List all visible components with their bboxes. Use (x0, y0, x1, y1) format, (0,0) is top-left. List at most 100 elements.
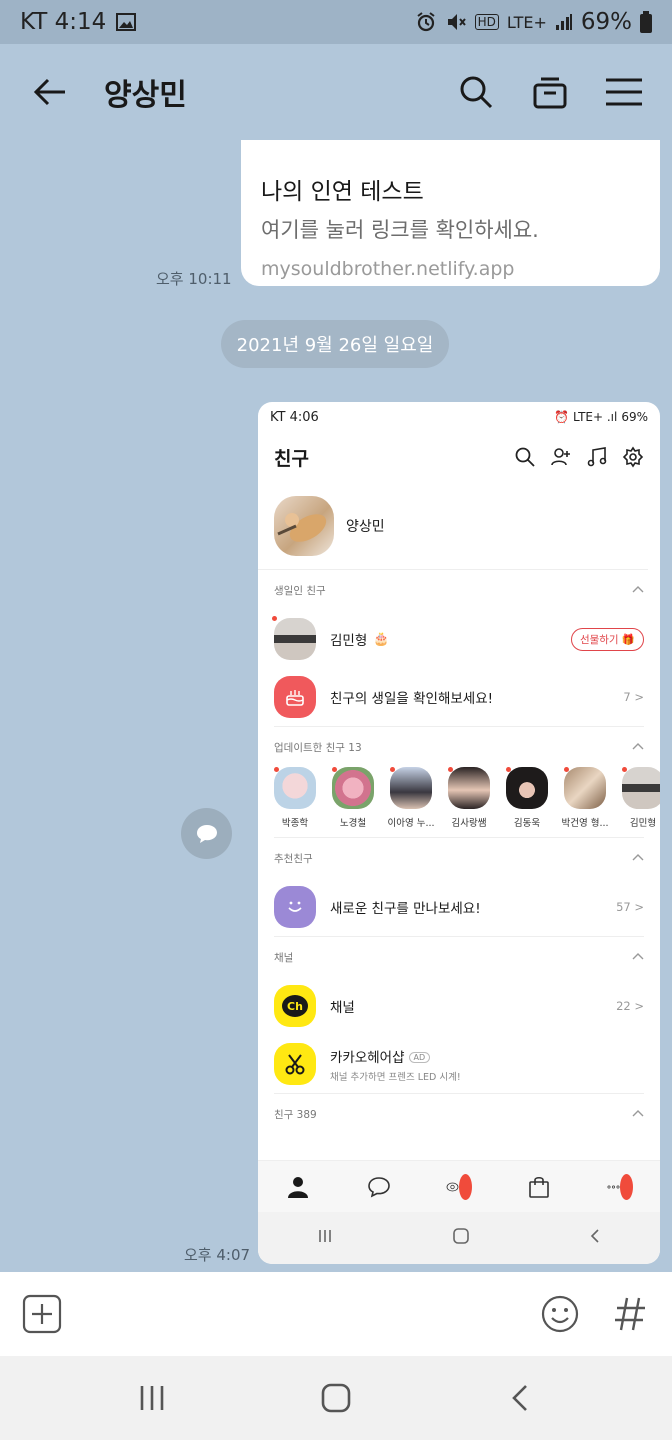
updated-friend: 김동욱 (506, 767, 548, 837)
chevron-up-icon (632, 852, 644, 864)
shopping-tab-icon (526, 1174, 552, 1200)
status-bar: KT 4:14 HD LTE+ 69% (0, 0, 672, 44)
updated-friend: 박건영 형... (561, 767, 609, 837)
hairshop-row: 카카오헤어샵 AD 채널 추가하면 프렌즈 LED 시계! (258, 1035, 660, 1093)
updated-friend: 김민형 (622, 767, 660, 837)
updated-friend: 이아영 누... (387, 767, 435, 837)
chat-header: 양상민 (0, 44, 672, 140)
friend-label: 김민형 (629, 818, 657, 829)
embedded-status-bar: KT 4:06 ⏰ LTE+ .ıl 69% (258, 402, 660, 432)
date-divider: 2021년 9월 26일 일요일 (221, 320, 449, 368)
chevron-up-icon (632, 1108, 644, 1120)
cat-profile-photo (274, 495, 334, 556)
link-url: mysouldbrother.netlify.app (261, 258, 515, 280)
embedded-alarm-icon: ⏰ (554, 410, 570, 424)
message-input-bar (0, 1272, 672, 1356)
friend-avatar (448, 767, 490, 809)
menu-icon[interactable] (604, 72, 644, 112)
birthday-check-text: 친구의 생일을 확인해보세요! (330, 691, 494, 707)
share-button[interactable] (181, 808, 232, 859)
new-dot (272, 616, 277, 621)
channel-section-header: 채널 (258, 937, 660, 977)
embedded-back-icon (589, 1228, 601, 1248)
channel-row: Ch 채널 22 > (258, 977, 660, 1035)
friend-label: 노경철 (339, 818, 367, 829)
embedded-battery: 69% (621, 410, 648, 424)
more-tab-icon (607, 1173, 633, 1200)
embedded-settings-icon (622, 446, 644, 468)
chat-room-title: 양상민 (104, 78, 187, 113)
alarm-icon (415, 11, 437, 33)
updated-friend: 김사랑쌤 (448, 767, 490, 837)
link-preview-card[interactable]: 나의 인연 테스트 여기를 눌러 링크를 확인하세요. mysouldbroth… (241, 140, 660, 286)
embedded-tab-bar (258, 1160, 660, 1212)
channel-count: 22 > (616, 999, 644, 1013)
embedded-network-icon: LTE+ .ıl (573, 410, 618, 424)
hd-icon: HD (474, 14, 499, 30)
kakao-channel-icon: Ch (274, 985, 316, 1027)
embedded-friends-header: 친구 (258, 432, 660, 482)
hashtag-icon[interactable] (610, 1294, 650, 1334)
friend-avatar (332, 767, 374, 809)
search-icon[interactable] (456, 72, 496, 112)
plus-icon[interactable] (22, 1294, 62, 1334)
birthday-count: 7 > (623, 690, 644, 704)
emoticon-icon[interactable] (540, 1294, 580, 1334)
hairshop-name: 카카오헤어샵 (330, 1049, 405, 1066)
friend-avatar (506, 767, 548, 809)
ch-icon-text: Ch (282, 995, 308, 1017)
chat-area[interactable]: 나의 인연 테스트 여기를 눌러 링크를 확인하세요. mysouldbroth… (0, 140, 672, 1272)
friend-avatar (274, 767, 316, 809)
smile-icon (274, 886, 316, 928)
chats-tab-icon (366, 1174, 392, 1200)
hairshop-subtext: 채널 추가하면 프렌즈 LED 시계! (330, 1071, 461, 1083)
signal-icon (555, 13, 573, 31)
recommend-count: 57 > (616, 900, 644, 914)
embedded-music-icon (586, 446, 608, 468)
chevron-up-icon (632, 951, 644, 963)
friend-label: 박종학 (281, 818, 309, 829)
embedded-search-icon (514, 446, 536, 468)
battery-icon (640, 11, 652, 33)
updated-friends-list: 박종학 노경철 이아영 누... 김사랑쌤 김동욱 박건영 형... 김민형 (258, 767, 660, 837)
recommend-section-header: 추천친구 (258, 838, 660, 878)
chat-drawer-icon[interactable] (530, 72, 570, 112)
status-time: KT 4:14 (20, 9, 107, 35)
back-icon[interactable] (500, 1378, 540, 1418)
birthday-friend-row: 김민형 🎂 선물하기 🎁 (258, 610, 660, 668)
cake-emoji-icon: 🎂 (373, 631, 390, 647)
mute-icon (445, 11, 467, 33)
chevron-up-icon (632, 741, 644, 753)
embedded-recents-icon (317, 1228, 333, 1248)
birthday-section-header: 생일인 친구 (258, 570, 660, 610)
screenshot-image-message[interactable]: KT 4:06 ⏰ LTE+ .ıl 69% 친구 양상민 생일인 친구 김민형… (258, 402, 660, 1264)
friend-avatar (564, 767, 606, 809)
recommend-header-label: 추천친구 (274, 852, 313, 865)
hairshop-name-line: 카카오헤어샵 AD (330, 1046, 461, 1066)
embedded-home-icon (452, 1227, 470, 1249)
friend-avatar (622, 767, 660, 809)
channel-header-label: 채널 (274, 951, 294, 964)
birthday-check-row: 친구의 생일을 확인해보세요! 7 > (258, 668, 660, 726)
embedded-friends-title: 친구 (274, 447, 309, 470)
battery-percent: 69% (580, 9, 632, 35)
chevron-up-icon (632, 584, 644, 596)
friend-avatar (390, 767, 432, 809)
ad-badge: AD (408, 1052, 431, 1063)
gallery-icon (116, 13, 137, 31)
recents-icon[interactable] (132, 1378, 172, 1418)
gift-button-label: 선물하기 (579, 633, 619, 646)
embedded-status-time: KT 4:06 (270, 409, 319, 425)
home-icon[interactable] (316, 1378, 356, 1418)
back-arrow-icon[interactable] (30, 72, 70, 112)
system-nav-bar (0, 1356, 672, 1440)
my-name: 양상민 (346, 518, 385, 535)
link-title: 나의 인연 테스트 (261, 179, 424, 205)
updated-section-header: 업데이트한 친구 13 (258, 727, 660, 767)
friend-label: 박건영 형... (561, 818, 609, 829)
friend-label: 김사랑쌤 (451, 818, 487, 829)
cake-icon (274, 676, 316, 718)
updated-header-label: 업데이트한 친구 13 (274, 741, 362, 754)
embedded-system-nav (258, 1212, 660, 1264)
friends-section-header: 친구 389 (258, 1094, 660, 1134)
